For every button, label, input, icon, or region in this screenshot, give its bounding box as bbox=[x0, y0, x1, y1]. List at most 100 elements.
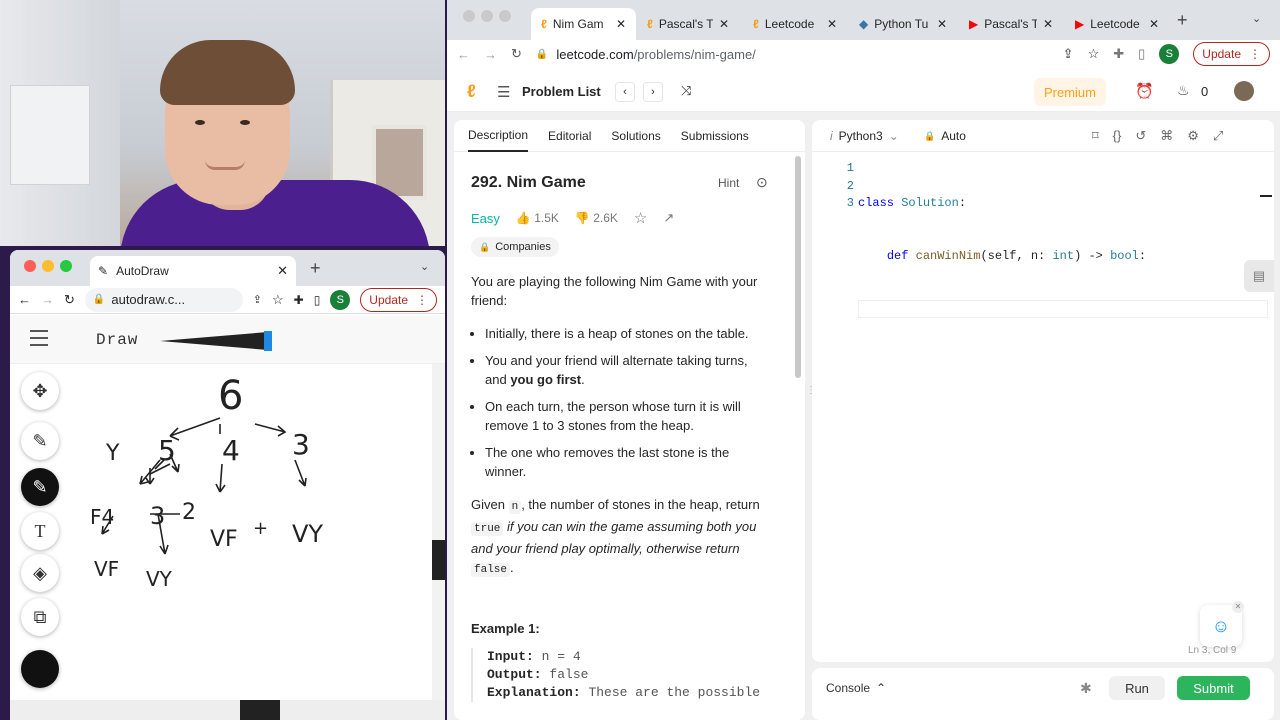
hint-button[interactable]: Hint bbox=[718, 176, 739, 190]
url-input[interactable]: 🔒 autodraw.c... bbox=[84, 287, 243, 312]
close-tab-icon[interactable]: ✕ bbox=[277, 263, 288, 279]
bookmark-icon[interactable]: ⌑ bbox=[1092, 128, 1099, 144]
settings-gear-icon[interactable]: ⚙ bbox=[1187, 128, 1199, 144]
sidebar-icon[interactable]: ▯ bbox=[1138, 46, 1145, 62]
move-tool-icon[interactable]: ✥ bbox=[21, 372, 59, 410]
fullscreen-icon[interactable]: ⤢ bbox=[1213, 128, 1223, 144]
companies-tag[interactable]: 🔒 Companies bbox=[471, 237, 559, 257]
shuffle-icon[interactable]: ⤨ bbox=[681, 83, 691, 99]
update-button[interactable]: Update ⋮ bbox=[1193, 42, 1270, 66]
prev-problem-icon[interactable]: ‹ bbox=[615, 82, 635, 102]
node-vf-2: VF bbox=[210, 527, 238, 552]
maximize-window-icon[interactable] bbox=[60, 260, 72, 272]
description-scrollbar[interactable] bbox=[795, 156, 801, 378]
close-tab-icon[interactable]: ✕ bbox=[937, 17, 947, 31]
text-tool-icon[interactable]: T bbox=[21, 512, 59, 550]
share-link-icon[interactable]: ↗ bbox=[663, 210, 674, 226]
bookmark-star-icon[interactable]: ☆ bbox=[1088, 46, 1100, 62]
tab-editorial[interactable]: Editorial bbox=[548, 120, 591, 152]
canvas-scrollbar[interactable] bbox=[432, 364, 445, 700]
tab-pascals-triangle-yt[interactable]: ▶ Pascal's T ✕ bbox=[959, 8, 1063, 40]
autocomplete-toggle[interactable]: 🔒 Auto bbox=[924, 129, 966, 143]
update-button[interactable]: Update ⋮ bbox=[360, 287, 437, 312]
shortcuts-icon[interactable]: ⌘ bbox=[1160, 128, 1173, 144]
chevron-down-icon[interactable]: ⌄ bbox=[1252, 12, 1261, 25]
notes-side-tab-icon[interactable]: ▤ bbox=[1244, 260, 1274, 292]
function-name: canWinNim bbox=[915, 248, 981, 263]
chevron-down-icon[interactable]: ⌄ bbox=[420, 260, 429, 273]
more-options-icon[interactable]: ⊙ bbox=[756, 174, 768, 191]
alarm-clock-icon[interactable]: ⏰ bbox=[1135, 82, 1154, 100]
reset-icon[interactable]: ↺ bbox=[1135, 128, 1146, 144]
premium-button[interactable]: Premium bbox=[1034, 78, 1106, 106]
close-tab-icon[interactable]: ✕ bbox=[719, 17, 729, 31]
draw-tool-icon[interactable]: ✎ bbox=[21, 468, 59, 506]
close-tab-icon[interactable]: ✕ bbox=[1149, 17, 1159, 31]
rule-item: Initially, there is a heap of stones on … bbox=[485, 324, 771, 343]
debug-bug-icon[interactable]: ✱ bbox=[1080, 680, 1092, 697]
close-window-icon[interactable] bbox=[24, 260, 36, 272]
tab-leetcode[interactable]: ℓ Leetcode ✕ bbox=[743, 8, 847, 40]
run-button[interactable]: Run bbox=[1109, 676, 1165, 700]
braces-icon[interactable]: {} bbox=[1113, 128, 1122, 144]
problem-list-link[interactable]: Problem List bbox=[522, 84, 601, 99]
tab-autodraw[interactable]: ✎ AutoDraw ✕ bbox=[90, 256, 296, 286]
forward-icon[interactable]: → bbox=[484, 47, 497, 62]
close-tab-icon[interactable]: ✕ bbox=[827, 17, 837, 31]
tab-submissions[interactable]: Submissions bbox=[681, 120, 749, 152]
profile-avatar[interactable]: S bbox=[330, 289, 351, 310]
autodraw-tool-icon[interactable]: ✎ bbox=[21, 422, 59, 460]
bookmark-star-icon[interactable]: ☆ bbox=[272, 292, 284, 308]
like-button[interactable]: 👍 1.5K bbox=[516, 211, 559, 225]
tab-solutions[interactable]: Solutions bbox=[611, 120, 660, 152]
node-4: 4 bbox=[222, 434, 240, 467]
rule-bold: you go first bbox=[510, 372, 582, 387]
close-tab-icon[interactable]: ✕ bbox=[616, 17, 626, 31]
tab-description[interactable]: Description bbox=[468, 120, 529, 152]
new-tab-icon[interactable]: + bbox=[1177, 10, 1188, 31]
close-feedback-icon[interactable]: ✕ bbox=[1232, 601, 1244, 613]
dislike-button[interactable]: 👎 2.6K bbox=[575, 211, 618, 225]
close-tab-icon[interactable]: ✕ bbox=[1043, 17, 1053, 31]
extensions-icon[interactable]: ✚ bbox=[1113, 46, 1124, 62]
url-input[interactable]: 🔒 leetcode.com/problems/nim-game/ bbox=[536, 47, 1049, 62]
back-icon[interactable]: ← bbox=[18, 292, 31, 307]
submit-button[interactable]: Submit bbox=[1177, 676, 1250, 700]
user-avatar[interactable] bbox=[1234, 81, 1254, 101]
companies-label: Companies bbox=[495, 241, 551, 253]
favorite-star-icon[interactable]: ☆ bbox=[634, 209, 647, 227]
fill-tool-icon[interactable]: ◈ bbox=[21, 554, 59, 592]
back-icon[interactable]: ← bbox=[457, 47, 470, 62]
next-problem-icon[interactable]: › bbox=[643, 82, 663, 102]
console-toggle[interactable]: Console ⌃ bbox=[826, 681, 886, 695]
code-text-area[interactable]: class Solution: def canWinNim(self, n: i… bbox=[858, 160, 1268, 353]
node-5: 5 bbox=[158, 434, 176, 467]
brush-size-slider[interactable] bbox=[160, 330, 275, 352]
forward-icon[interactable]: → bbox=[41, 292, 54, 307]
maximize-window-icon[interactable] bbox=[499, 10, 511, 22]
drawing-canvas[interactable]: ✥ ✎ ✎ T ◈ ⧉ 6 5 4 3 3 2 F4 VF VF + VY Y … bbox=[10, 364, 432, 700]
share-icon[interactable]: ⇪ bbox=[1063, 46, 1074, 62]
share-icon[interactable]: ⇪ bbox=[253, 293, 262, 306]
hamburger-menu-icon[interactable] bbox=[30, 330, 48, 346]
reload-icon[interactable]: ↻ bbox=[511, 46, 522, 62]
tab-leetcode-yt[interactable]: ▶ Leetcode ✕ bbox=[1065, 8, 1169, 40]
new-tab-icon[interactable]: + bbox=[310, 258, 321, 279]
reload-icon[interactable]: ↻ bbox=[64, 292, 75, 308]
horizontal-scrollbar[interactable] bbox=[10, 700, 445, 720]
close-window-icon[interactable] bbox=[463, 10, 475, 22]
minimize-window-icon[interactable] bbox=[481, 10, 493, 22]
minimize-window-icon[interactable] bbox=[42, 260, 54, 272]
tab-python-tutorial[interactable]: ◆ Python Tu ✕ bbox=[849, 8, 957, 40]
color-picker-icon[interactable] bbox=[21, 650, 59, 688]
tab-pascals-triangle-lc[interactable]: ℓ Pascal's T ✕ bbox=[637, 8, 739, 40]
sidebar-icon[interactable]: ▯ bbox=[314, 293, 321, 307]
list-icon[interactable]: ☰ bbox=[497, 83, 510, 101]
fire-streak-icon[interactable]: ♨ bbox=[1177, 82, 1190, 99]
language-select[interactable]: i Python3 ⌄ bbox=[830, 129, 899, 143]
shape-tool-icon[interactable]: ⧉ bbox=[21, 598, 59, 636]
tab-nim-game[interactable]: ℓ Nim Gam ✕ bbox=[531, 8, 636, 40]
extensions-icon[interactable]: ✚ bbox=[294, 293, 304, 307]
leetcode-logo-icon[interactable]: ℓ bbox=[467, 81, 476, 102]
profile-avatar[interactable]: S bbox=[1159, 44, 1180, 64]
